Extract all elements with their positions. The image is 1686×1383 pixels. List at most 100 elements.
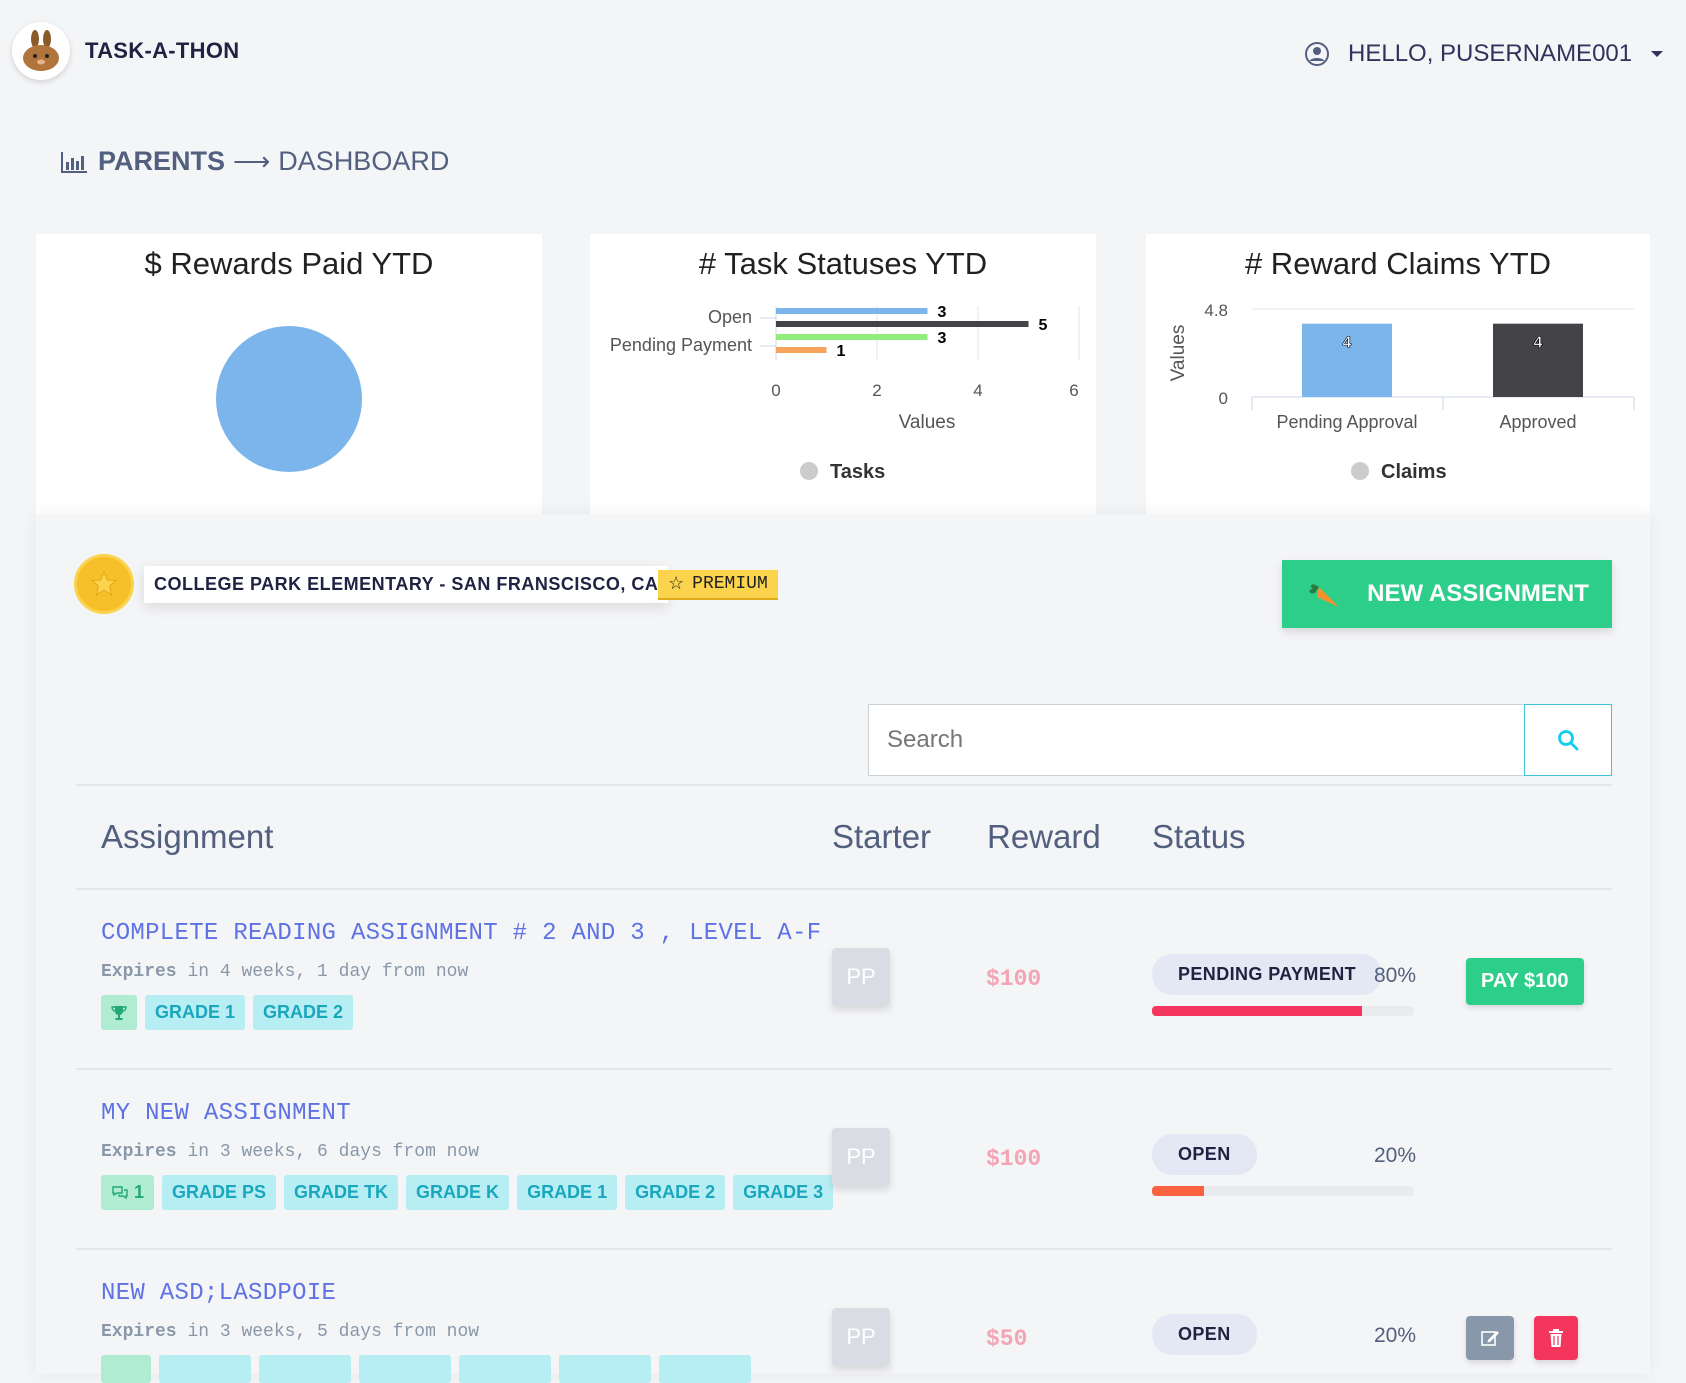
premium-label: PREMIUM — [692, 574, 768, 594]
x-tick-2: 2 — [872, 381, 881, 400]
grade-tag: GRADE PS — [162, 1175, 277, 1210]
assignment-expiry: Expires in 3 weeks, 6 days from now — [101, 1142, 479, 1162]
column-header-status[interactable]: Status — [1152, 818, 1246, 856]
trophy-badge — [101, 995, 137, 1030]
grade-tag: GRADE 3 — [733, 1175, 834, 1210]
grade-tag — [359, 1355, 451, 1383]
task-bar[interactable] — [776, 308, 928, 314]
user-greeting: HELLO, PUSERNAME001 — [1348, 40, 1633, 67]
legend-claims[interactable]: Claims — [1381, 461, 1447, 483]
breadcrumb-section[interactable]: PARENTS — [98, 146, 225, 177]
y-axis-label: Values — [1168, 325, 1189, 382]
search-input[interactable] — [868, 704, 1524, 776]
delete-button[interactable] — [1534, 1316, 1578, 1360]
bunny-logo-icon — [23, 30, 59, 71]
user-menu[interactable]: HELLO, PUSERNAME001 — [1304, 40, 1664, 68]
grade-tag: GRADE TK — [284, 1175, 399, 1210]
progress-percent: 20% — [1374, 1144, 1417, 1167]
breadcrumb-page: DASHBOARD — [278, 146, 450, 176]
progress-percent: 20% — [1374, 1324, 1417, 1347]
category-label-pending-payment: Pending Payment — [610, 335, 752, 355]
trophy-icon — [111, 1005, 127, 1020]
star-icon — [90, 570, 118, 597]
grade-tag: GRADE K — [406, 1175, 510, 1210]
grade-tag: GRADE 1 — [145, 995, 246, 1030]
x-tick-6: 6 — [1069, 381, 1078, 400]
expires-text: in 3 weeks, 6 days from now — [187, 1142, 480, 1162]
edit-button[interactable] — [1466, 1316, 1514, 1360]
grade-tag — [459, 1355, 551, 1383]
comments-badge[interactable] — [101, 1355, 151, 1383]
assignment-title[interactable]: NEW ASD;LASDPOIE — [101, 1280, 336, 1307]
rewards-paid-chart — [216, 326, 362, 472]
arrow-right-icon: ⟶ — [233, 146, 271, 176]
new-assignment-label: NEW ASSIGNMENT — [1367, 580, 1589, 607]
legend-marker — [800, 462, 818, 480]
task-bar-label: 3 — [938, 330, 947, 347]
expires-label: Expires — [101, 1142, 177, 1162]
school-name[interactable]: COLLEGE PARK ELEMENTARY - SAN FRANSCISCO… — [144, 566, 669, 603]
comments-badge[interactable]: 1 — [101, 1175, 155, 1210]
category-label-pending-approval: Pending Approval — [1276, 412, 1417, 432]
category-label-approved: Approved — [1499, 412, 1576, 432]
app-logo[interactable] — [12, 22, 70, 80]
school-coin — [74, 554, 134, 614]
expires-label: Expires — [101, 1322, 177, 1342]
y-tick-zero: 0 — [1219, 389, 1228, 408]
divider — [76, 888, 1612, 890]
x-tick-4: 4 — [973, 381, 982, 400]
grade-tag — [559, 1355, 651, 1383]
reward-claims-card: # Reward Claims YTD 4.8 0 Values 44 Pend… — [1146, 234, 1650, 514]
tag-list: 1 GRADE PS GRADE TK GRADE K GRADE 1 GRAD… — [101, 1175, 834, 1210]
column-header-assignment[interactable]: Assignment — [101, 818, 273, 856]
user-circle-icon — [1305, 42, 1329, 66]
star-outline-icon: ☆ — [668, 575, 685, 595]
expires-text: in 4 weeks, 1 day from now — [187, 962, 469, 982]
progress-fill — [1152, 1186, 1205, 1196]
grade-tag: GRADE 1 — [517, 1175, 618, 1210]
claim-bar-label: 4 — [1343, 335, 1352, 352]
status-badge: PENDING PAYMENT — [1152, 954, 1383, 995]
column-header-starter[interactable]: Starter — [832, 818, 931, 856]
progress-fill — [1152, 1006, 1362, 1016]
status-badge: OPEN — [1152, 1134, 1257, 1175]
expires-text: in 3 weeks, 5 days from now — [187, 1322, 480, 1342]
divider — [76, 784, 1612, 786]
progress-percent: 80% — [1374, 964, 1417, 987]
x-axis-label: Values — [899, 412, 956, 433]
legend-tasks[interactable]: Tasks — [830, 461, 885, 483]
divider — [76, 1248, 1612, 1250]
assignment-title[interactable]: COMPLETE READING ASSIGNMENT # 2 AND 3 , … — [101, 920, 821, 947]
tag-list — [101, 1355, 751, 1383]
reward-amount: $50 — [986, 1326, 1028, 1352]
pie-slice[interactable] — [216, 326, 362, 472]
starter-avatar[interactable]: PP — [832, 1128, 890, 1186]
comments-icon — [112, 1185, 128, 1199]
comment-count: 1 — [134, 1182, 145, 1202]
assignment-title[interactable]: MY NEW ASSIGNMENT — [101, 1100, 351, 1127]
trash-icon — [1549, 1329, 1563, 1347]
app-title: TASK-A-THON — [85, 38, 240, 63]
search-button[interactable] — [1524, 704, 1612, 776]
grade-tag: GRADE 2 — [625, 1175, 726, 1210]
column-header-reward[interactable]: Reward — [987, 818, 1101, 856]
legend-marker — [1351, 462, 1369, 480]
tag-list: GRADE 1 GRADE 2 — [101, 995, 354, 1030]
starter-avatar[interactable]: PP — [832, 1308, 890, 1366]
reward-amount: $100 — [986, 966, 1042, 992]
pay-button[interactable]: PAY $100 — [1466, 958, 1584, 1005]
grade-tag: GRADE 2 — [253, 995, 354, 1030]
search-icon — [1558, 730, 1579, 751]
search-bar — [868, 704, 1612, 776]
starter-avatar[interactable]: PP — [832, 948, 890, 1006]
progress-bar — [1152, 1186, 1414, 1196]
task-bar[interactable] — [776, 334, 928, 340]
grade-tag — [159, 1355, 251, 1383]
reward-amount: $100 — [986, 1146, 1042, 1172]
x-tick-0: 0 — [771, 381, 780, 400]
reward-claims-chart: 4.8 0 Values 4 4 Pending Approval Approve… — [1168, 301, 1635, 483]
task-bar[interactable] — [776, 347, 827, 353]
new-assignment-button[interactable]: NEW ASSIGNMENT — [1282, 560, 1612, 628]
task-bar[interactable] — [776, 321, 1029, 327]
grade-tag — [259, 1355, 351, 1383]
